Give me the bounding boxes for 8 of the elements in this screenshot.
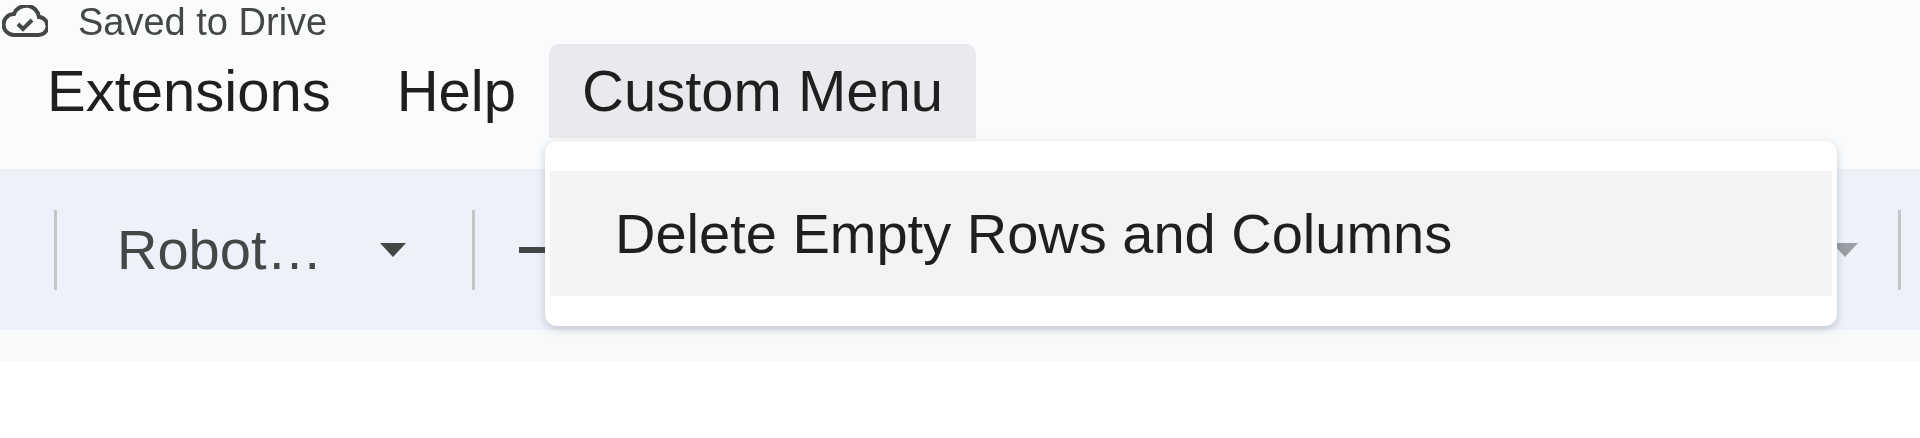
menu-item[interactable]: Help	[363, 44, 549, 138]
save-status: Saved to Drive	[78, 0, 328, 44]
caret-icon	[380, 242, 407, 257]
cloud-check-icon	[2, 5, 48, 39]
menu-item[interactable]: Custom Menu	[549, 44, 977, 138]
menu-item[interactable]: Extensions	[14, 44, 364, 138]
menu-option[interactable]: Delete Empty Rows and Columns	[550, 171, 1832, 296]
font-dropdown[interactable]: Robot…	[117, 217, 407, 282]
